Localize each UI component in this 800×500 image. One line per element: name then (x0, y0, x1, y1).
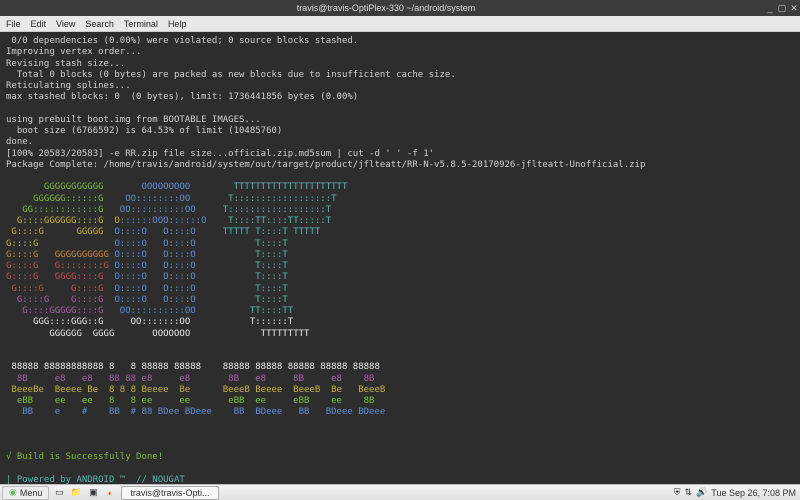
clock[interactable]: Tue Sep 26, 7:08 PM (711, 488, 796, 498)
menu-terminal[interactable]: Terminal (124, 19, 158, 29)
taskbar-task[interactable]: travis@travis-Opti... (121, 486, 218, 500)
menu-file[interactable]: File (6, 19, 21, 29)
terminal[interactable]: 0/0 dependencies (0.00%) were violated; … (0, 32, 800, 484)
system-tray: ⛨ ⇅ 🔊 Tue Sep 26, 7:08 PM (674, 487, 800, 498)
firefox-icon[interactable]: ◐ (103, 486, 117, 500)
taskbar: ◉ Menu ▭ 📁 ▣ ◐ travis@travis-Opti... ⛨ ⇅… (0, 484, 800, 500)
taskbar-task-label: travis@travis-Opti... (130, 488, 209, 498)
terminal-line: done. (6, 137, 33, 147)
close-button[interactable]: ✕ (788, 3, 800, 14)
volume-icon[interactable]: 🔊 (696, 487, 707, 498)
shield-icon[interactable]: ⛨ (674, 487, 681, 498)
terminal-line: Package Complete: /home/travis/android/s… (6, 160, 645, 170)
ascii-art-beee: 88888 88888888888 8 8 88888 88888 88888 … (6, 362, 794, 418)
files-icon[interactable]: 📁 (69, 486, 83, 500)
ascii-art-got: GGGGGGGGGGG OOOOOOOOO TTTTTTTTTTTTTTTTTT… (6, 182, 794, 340)
menu-help[interactable]: Help (168, 19, 187, 29)
show-desktop-icon[interactable]: ▭ (52, 486, 66, 500)
minimize-button[interactable]: _ (764, 3, 776, 13)
terminal-line: max stashed blocks: 0 (0 bytes), limit: … (6, 92, 358, 102)
mint-icon: ◉ (9, 487, 17, 498)
terminal-line: Reticulating splines... (6, 81, 131, 91)
terminal-line: boot size (6766592) is 64.53% of limit (… (6, 126, 282, 136)
menu-edit[interactable]: Edit (31, 19, 47, 29)
terminal-icon[interactable]: ▣ (86, 486, 100, 500)
terminal-line: Improving vertex order... (6, 47, 141, 57)
terminal-line: using prebuilt boot.img from BOOTABLE IM… (6, 115, 261, 125)
network-icon[interactable]: ⇅ (685, 487, 693, 498)
menu-view[interactable]: View (56, 19, 75, 29)
build-done: √ Build is Successfully Done! (6, 452, 163, 462)
terminal-line: Revising stash size... (6, 59, 125, 69)
window-title: travis@travis-OptiPlex-330 ~/android/sys… (297, 3, 475, 13)
maximize-button[interactable]: ▢ (776, 3, 788, 14)
terminal-line: [100% 20583/20583] -e RR.zip file size..… (6, 149, 434, 159)
terminal-line: Total 0 blocks (0 bytes) are packed as n… (6, 70, 456, 80)
terminal-line: 0/0 dependencies (0.00%) were violated; … (6, 36, 358, 46)
start-menu-button[interactable]: ◉ Menu (2, 486, 49, 500)
menu-search[interactable]: Search (85, 19, 114, 29)
menubar: File Edit View Search Terminal Help (0, 16, 800, 32)
start-menu-label: Menu (20, 488, 43, 498)
powered-by: | Powered by ANDROID ™ // NOUGAT (6, 475, 185, 484)
window-titlebar: travis@travis-OptiPlex-330 ~/android/sys… (0, 0, 800, 16)
